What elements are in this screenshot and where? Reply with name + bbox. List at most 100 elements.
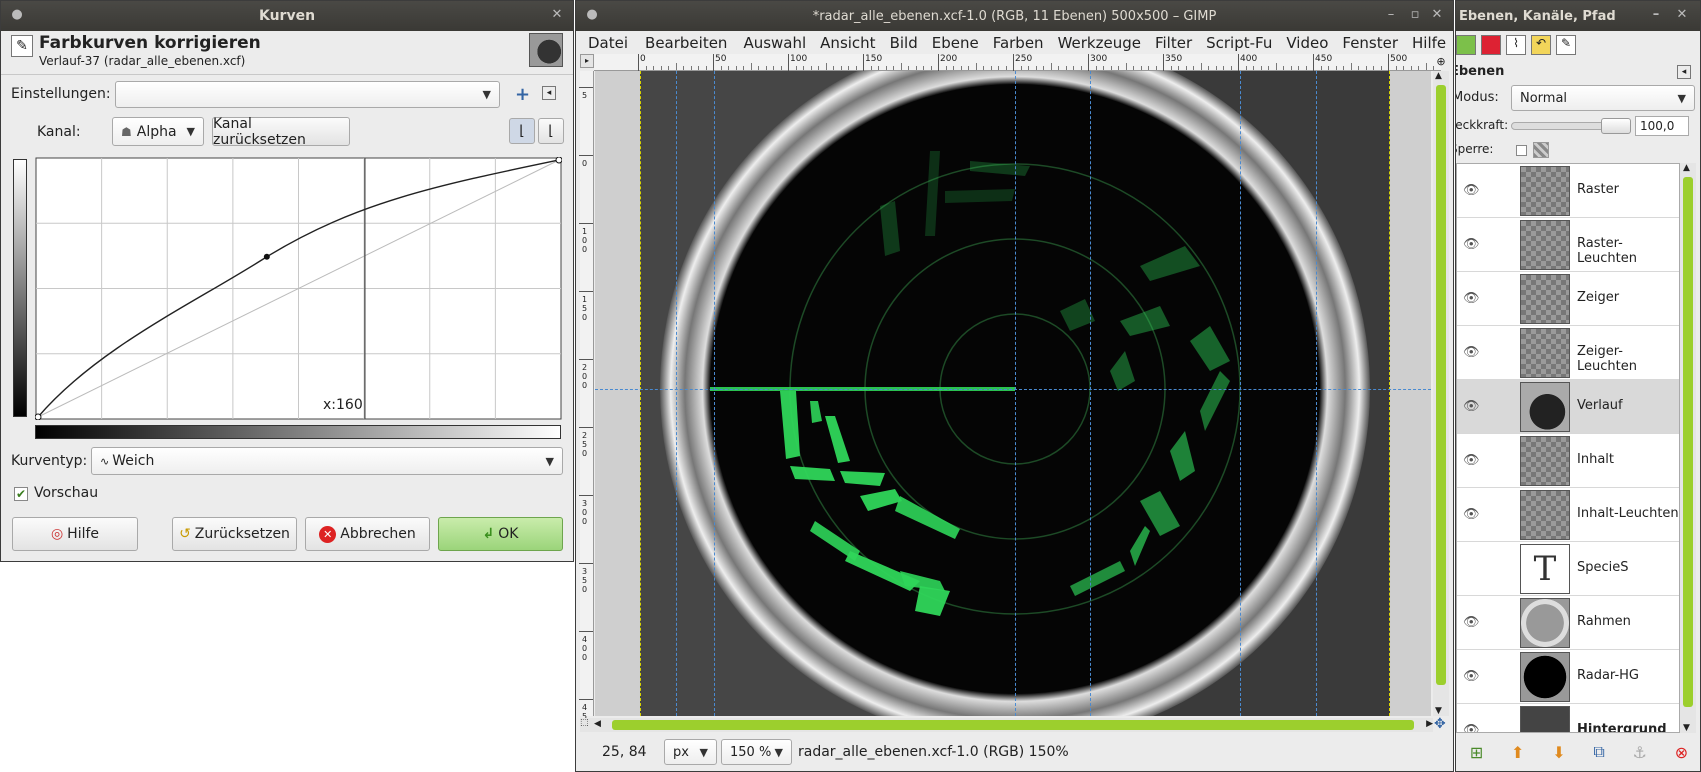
raise-layer-icon[interactable]: ⬆ <box>1511 743 1524 762</box>
menu-ebene[interactable]: Ebene <box>932 34 979 52</box>
window-menu-icon[interactable]: ● <box>9 7 25 23</box>
menu-werkzeuge[interactable]: Werkzeuge <box>1058 34 1141 52</box>
window-menu-icon[interactable]: ● <box>584 7 600 23</box>
scroll-up-icon[interactable]: ▲ <box>1683 163 1690 173</box>
layer-row[interactable]: T SpecieS <box>1457 542 1679 596</box>
menu-script-fu[interactable]: Script-Fu <box>1206 34 1272 52</box>
opacity-spin[interactable]: 100,0 <box>1635 116 1689 136</box>
layer-row[interactable]: 👁 Zeiger <box>1457 272 1679 326</box>
curve-control-point[interactable] <box>35 413 42 420</box>
layer-row[interactable]: 👁 Rahmen <box>1457 596 1679 650</box>
vertical-scroll-thumb[interactable] <box>1436 85 1446 685</box>
scroll-left-icon[interactable]: ◀ <box>594 719 601 729</box>
vertical-ruler[interactable]: 501 0 01 5 02 0 02 5 03 0 03 5 04 0 04 5… <box>579 71 594 730</box>
layer-name[interactable]: Raster-Leuchten <box>1577 236 1679 266</box>
minimize-icon[interactable]: – <box>1648 7 1664 23</box>
layer-row[interactable]: 👁 Zeiger-Leuchten <box>1457 326 1679 380</box>
channels-tab-icon[interactable] <box>1481 35 1501 55</box>
menu-datei[interactable]: Datei <box>588 34 628 52</box>
quick-mask-icon[interactable]: ⬚ <box>580 718 589 728</box>
unit-dropdown[interactable]: px ▼ <box>664 739 717 765</box>
menu-bearbeiten[interactable]: Bearbeiten <box>645 34 727 52</box>
layer-thumbnail[interactable] <box>1520 436 1570 486</box>
log-histogram-icon[interactable]: ⌊ <box>538 118 564 144</box>
anchor-layer-icon[interactable]: ⚓ <box>1633 743 1647 762</box>
layer-row[interactable]: 👁 Raster <box>1457 164 1679 218</box>
layers-titlebar[interactable]: Ebenen, Kanäle, Pfad – ✕ <box>1456 1 1700 31</box>
menu-bild[interactable]: Bild <box>890 34 918 52</box>
menu-fenster[interactable]: Fenster <box>1342 34 1398 52</box>
canvas-area[interactable] <box>595 71 1431 716</box>
close-icon[interactable]: ✕ <box>1674 7 1690 23</box>
curve-control-point[interactable] <box>263 253 270 260</box>
eye-icon[interactable]: 👁 <box>1463 615 1480 630</box>
layer-thumbnail[interactable]: T <box>1520 544 1570 594</box>
layer-list-scroll-thumb[interactable] <box>1683 177 1693 707</box>
horizontal-ruler[interactable]: 0 50 100 150 200 250 300 350 400 450 500 <box>594 54 1441 71</box>
zoom-dropdown[interactable]: 150 % ▼ <box>721 739 792 765</box>
layer-row[interactable]: 👁 Inhalt-Leuchten <box>1457 488 1679 542</box>
settings-dropdown[interactable]: ▼ <box>115 81 500 108</box>
layer-thumbnail[interactable] <box>1520 490 1570 540</box>
reset-channel-button[interactable]: Kanal zurücksetzen <box>212 116 350 148</box>
layer-thumbnail[interactable] <box>1520 274 1570 324</box>
curves-titlebar[interactable]: ● Kurven ✕ <box>1 1 573 31</box>
close-icon[interactable]: ✕ <box>549 7 565 23</box>
lower-layer-icon[interactable]: ⬇ <box>1552 743 1565 762</box>
delete-layer-icon[interactable]: ⊗ <box>1675 743 1688 762</box>
navigate-icon[interactable]: ⊕ <box>1434 55 1448 71</box>
layer-name[interactable]: Radar-HG <box>1577 668 1639 683</box>
layer-thumbnail[interactable] <box>1520 328 1570 378</box>
scroll-down-icon[interactable]: ▼ <box>1435 706 1442 716</box>
layer-name[interactable]: Zeiger <box>1577 290 1619 305</box>
eye-icon[interactable]: 👁 <box>1463 723 1480 732</box>
menu-auswahl[interactable]: Auswahl <box>743 34 806 52</box>
layer-thumbnail[interactable] <box>1520 220 1570 270</box>
layer-name[interactable]: Raster <box>1577 182 1619 197</box>
layer-list-scrollbar[interactable]: ▲ ▼ <box>1680 163 1696 733</box>
menu-video[interactable]: Video <box>1286 34 1328 52</box>
eye-icon[interactable]: 👁 <box>1463 183 1480 198</box>
menu-filter[interactable]: Filter <box>1155 34 1192 52</box>
layer-name[interactable]: Verlauf <box>1577 398 1623 413</box>
layer-thumbnail[interactable] <box>1520 382 1570 432</box>
lock-alpha-icon[interactable] <box>1533 142 1549 158</box>
scroll-down-icon[interactable]: ▼ <box>1683 723 1690 733</box>
layer-name[interactable]: Zeiger-Leuchten <box>1577 344 1679 374</box>
layer-row[interactable]: 👁 Verlauf <box>1457 380 1679 434</box>
navigate-cross-icon[interactable]: ✥ <box>1434 716 1446 732</box>
eye-icon[interactable]: 👁 <box>1463 291 1480 306</box>
linear-histogram-icon[interactable]: ⌊ <box>509 118 535 144</box>
reset-button[interactable]: ↺ Zurücksetzen <box>172 517 297 551</box>
eye-icon[interactable]: 👁 <box>1463 453 1480 468</box>
layer-name[interactable]: Rahmen <box>1577 614 1631 629</box>
layer-row[interactable]: 👁 Inhalt <box>1457 434 1679 488</box>
layer-thumbnail[interactable] <box>1520 706 1570 732</box>
add-preset-icon[interactable]: + <box>515 84 530 105</box>
layer-row[interactable]: 👁 Raster-Leuchten <box>1457 218 1679 272</box>
close-icon[interactable]: ✕ <box>1429 7 1445 23</box>
opacity-slider-handle[interactable] <box>1601 118 1631 134</box>
new-layer-icon[interactable]: ⊞ <box>1470 743 1483 762</box>
layer-name[interactable]: Hintergrund <box>1577 722 1667 732</box>
curve-type-dropdown[interactable]: ∿ Weich ▼ <box>91 447 563 475</box>
curve-graph[interactable]: x:160 <box>35 157 562 420</box>
eye-icon[interactable]: 👁 <box>1463 345 1480 360</box>
eye-icon[interactable]: 👁 <box>1463 237 1480 252</box>
help-button[interactable]: ◎ Hilfe <box>12 517 138 551</box>
ruler-corner[interactable]: ▸ <box>580 54 594 68</box>
layer-thumbnail[interactable] <box>1520 166 1570 216</box>
channel-dropdown[interactable]: ☗ Alpha ▼ <box>112 117 204 146</box>
scroll-right-icon[interactable]: ▶ <box>1426 719 1433 729</box>
horizontal-scrollbar[interactable]: ⬚ ◀ ▶ <box>580 718 1433 732</box>
panel-menu-icon[interactable]: ◂ <box>1677 65 1691 79</box>
layer-name[interactable]: Inhalt-Leuchten <box>1577 506 1679 521</box>
image-canvas[interactable] <box>640 71 1390 716</box>
brush-tab-icon[interactable]: ✎ <box>1556 35 1576 55</box>
image-titlebar[interactable]: ● *radar_alle_ebenen.xcf-1.0 (RGB, 11 Eb… <box>576 1 1453 31</box>
ok-button[interactable]: ↲ OK <box>438 517 563 551</box>
paths-tab-icon[interactable]: ⌇ <box>1506 35 1526 55</box>
minimize-icon[interactable]: – <box>1383 7 1399 23</box>
preset-menu-icon[interactable]: ◂ <box>542 86 556 100</box>
menu-ansicht[interactable]: Ansicht <box>820 34 875 52</box>
